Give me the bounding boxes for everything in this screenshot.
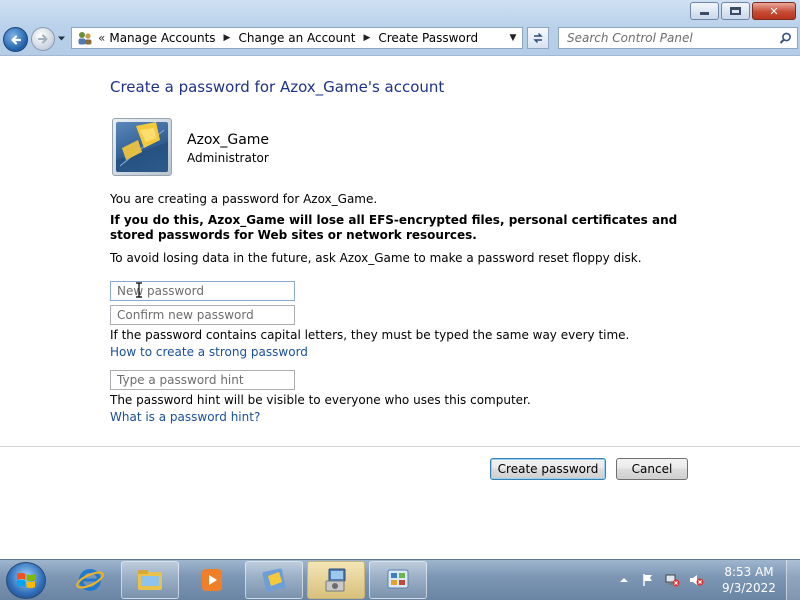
strong-password-link[interactable]: How to create a strong password [110,345,308,359]
close-button[interactable]: ✕ [752,2,796,20]
taskbar-control-panel-users[interactable] [245,561,303,599]
control-panel-icon [387,569,409,589]
breadcrumb-create-password[interactable]: Create Password [378,31,478,45]
taskbar-media-player[interactable] [183,561,241,599]
maximize-button[interactable] [721,2,750,20]
window-chrome: ✕ « Manage Accounts ▶ Change an Account … [0,0,800,56]
address-dropdown-icon[interactable]: ▼ [506,30,520,46]
forward-arrow-icon [38,34,48,44]
minimize-icon [700,12,709,15]
refresh-icon [533,33,543,43]
clock-date: 9/3/2022 [722,581,776,595]
back-button[interactable] [3,27,28,52]
volume-muted-icon[interactable] [688,572,704,588]
show-hidden-icons-icon[interactable] [616,572,632,588]
recent-pages-chevron-icon[interactable] [57,34,66,43]
password-hint-link[interactable]: What is a password hint? [110,410,260,424]
show-desktop-button[interactable] [786,560,800,600]
main-content: Create a password for Azox_Game's accoun… [0,57,800,559]
text-cursor-icon [136,282,142,298]
user-role: Administrator [187,151,269,165]
confirm-password-input[interactable] [110,305,295,325]
password-hint-input[interactable] [110,370,295,390]
forward-button[interactable] [31,27,55,51]
advice-text: To avoid losing data in the future, ask … [110,251,642,265]
intro-text: You are creating a password for Azox_Gam… [110,192,378,206]
case-note: If the password contains capital letters… [110,328,630,342]
refresh-button[interactable] [527,27,549,49]
taskbar-internet-explorer[interactable] [61,561,119,599]
breadcrumb-separator-icon[interactable]: ▶ [224,33,231,43]
address-overflow-icon[interactable]: « [98,31,105,45]
windows-logo-icon [17,572,35,588]
breadcrumb-separator-icon[interactable]: ▶ [363,33,370,43]
minimize-button[interactable] [690,2,719,20]
user-name: Azox_Game [187,132,270,148]
user-picture [116,122,168,172]
avatar [112,118,172,176]
start-button[interactable] [6,562,46,599]
restore-icon [730,7,741,15]
address-bar[interactable]: « Manage Accounts ▶ Change an Account ▶ … [71,27,523,49]
user-accounts-icon [262,568,286,592]
installer-icon [325,568,346,592]
control-panel-users-icon [76,30,94,46]
close-icon: ✕ [769,4,779,18]
network-disconnected-icon[interactable] [664,572,680,588]
back-arrow-icon [10,34,21,45]
breadcrumb-manage-accounts[interactable]: Manage Accounts [109,31,215,45]
create-password-button[interactable]: Create password [490,458,606,480]
clock-time: 8:53 AM [724,565,774,579]
divider [0,446,800,447]
taskbar-windows-explorer[interactable] [121,561,179,599]
folder-icon [138,570,162,590]
window-controls: ✕ [688,2,796,20]
warning-text: If you do this, Azox_Game will lose all … [110,213,678,242]
internet-explorer-icon [76,569,104,591]
cancel-button[interactable]: Cancel [616,458,688,480]
action-center-flag-icon[interactable] [640,572,656,588]
page-title: Create a password for Azox_Game's accoun… [110,78,445,96]
search-box[interactable]: Search Control Panel [558,27,798,49]
media-player-icon [202,569,222,591]
taskbar: 8:53 AM 9/3/2022 [0,559,800,600]
breadcrumb-change-account[interactable]: Change an Account [238,31,355,45]
search-placeholder[interactable]: Search Control Panel [559,31,776,45]
clock[interactable]: 8:53 AM 9/3/2022 [712,564,786,596]
hint-note: The password hint will be visible to eve… [110,393,531,407]
taskbar-installer[interactable] [307,561,365,599]
taskbar-control-panel[interactable] [369,561,427,599]
search-icon[interactable] [776,29,794,47]
system-tray: 8:53 AM 9/3/2022 [616,560,800,600]
